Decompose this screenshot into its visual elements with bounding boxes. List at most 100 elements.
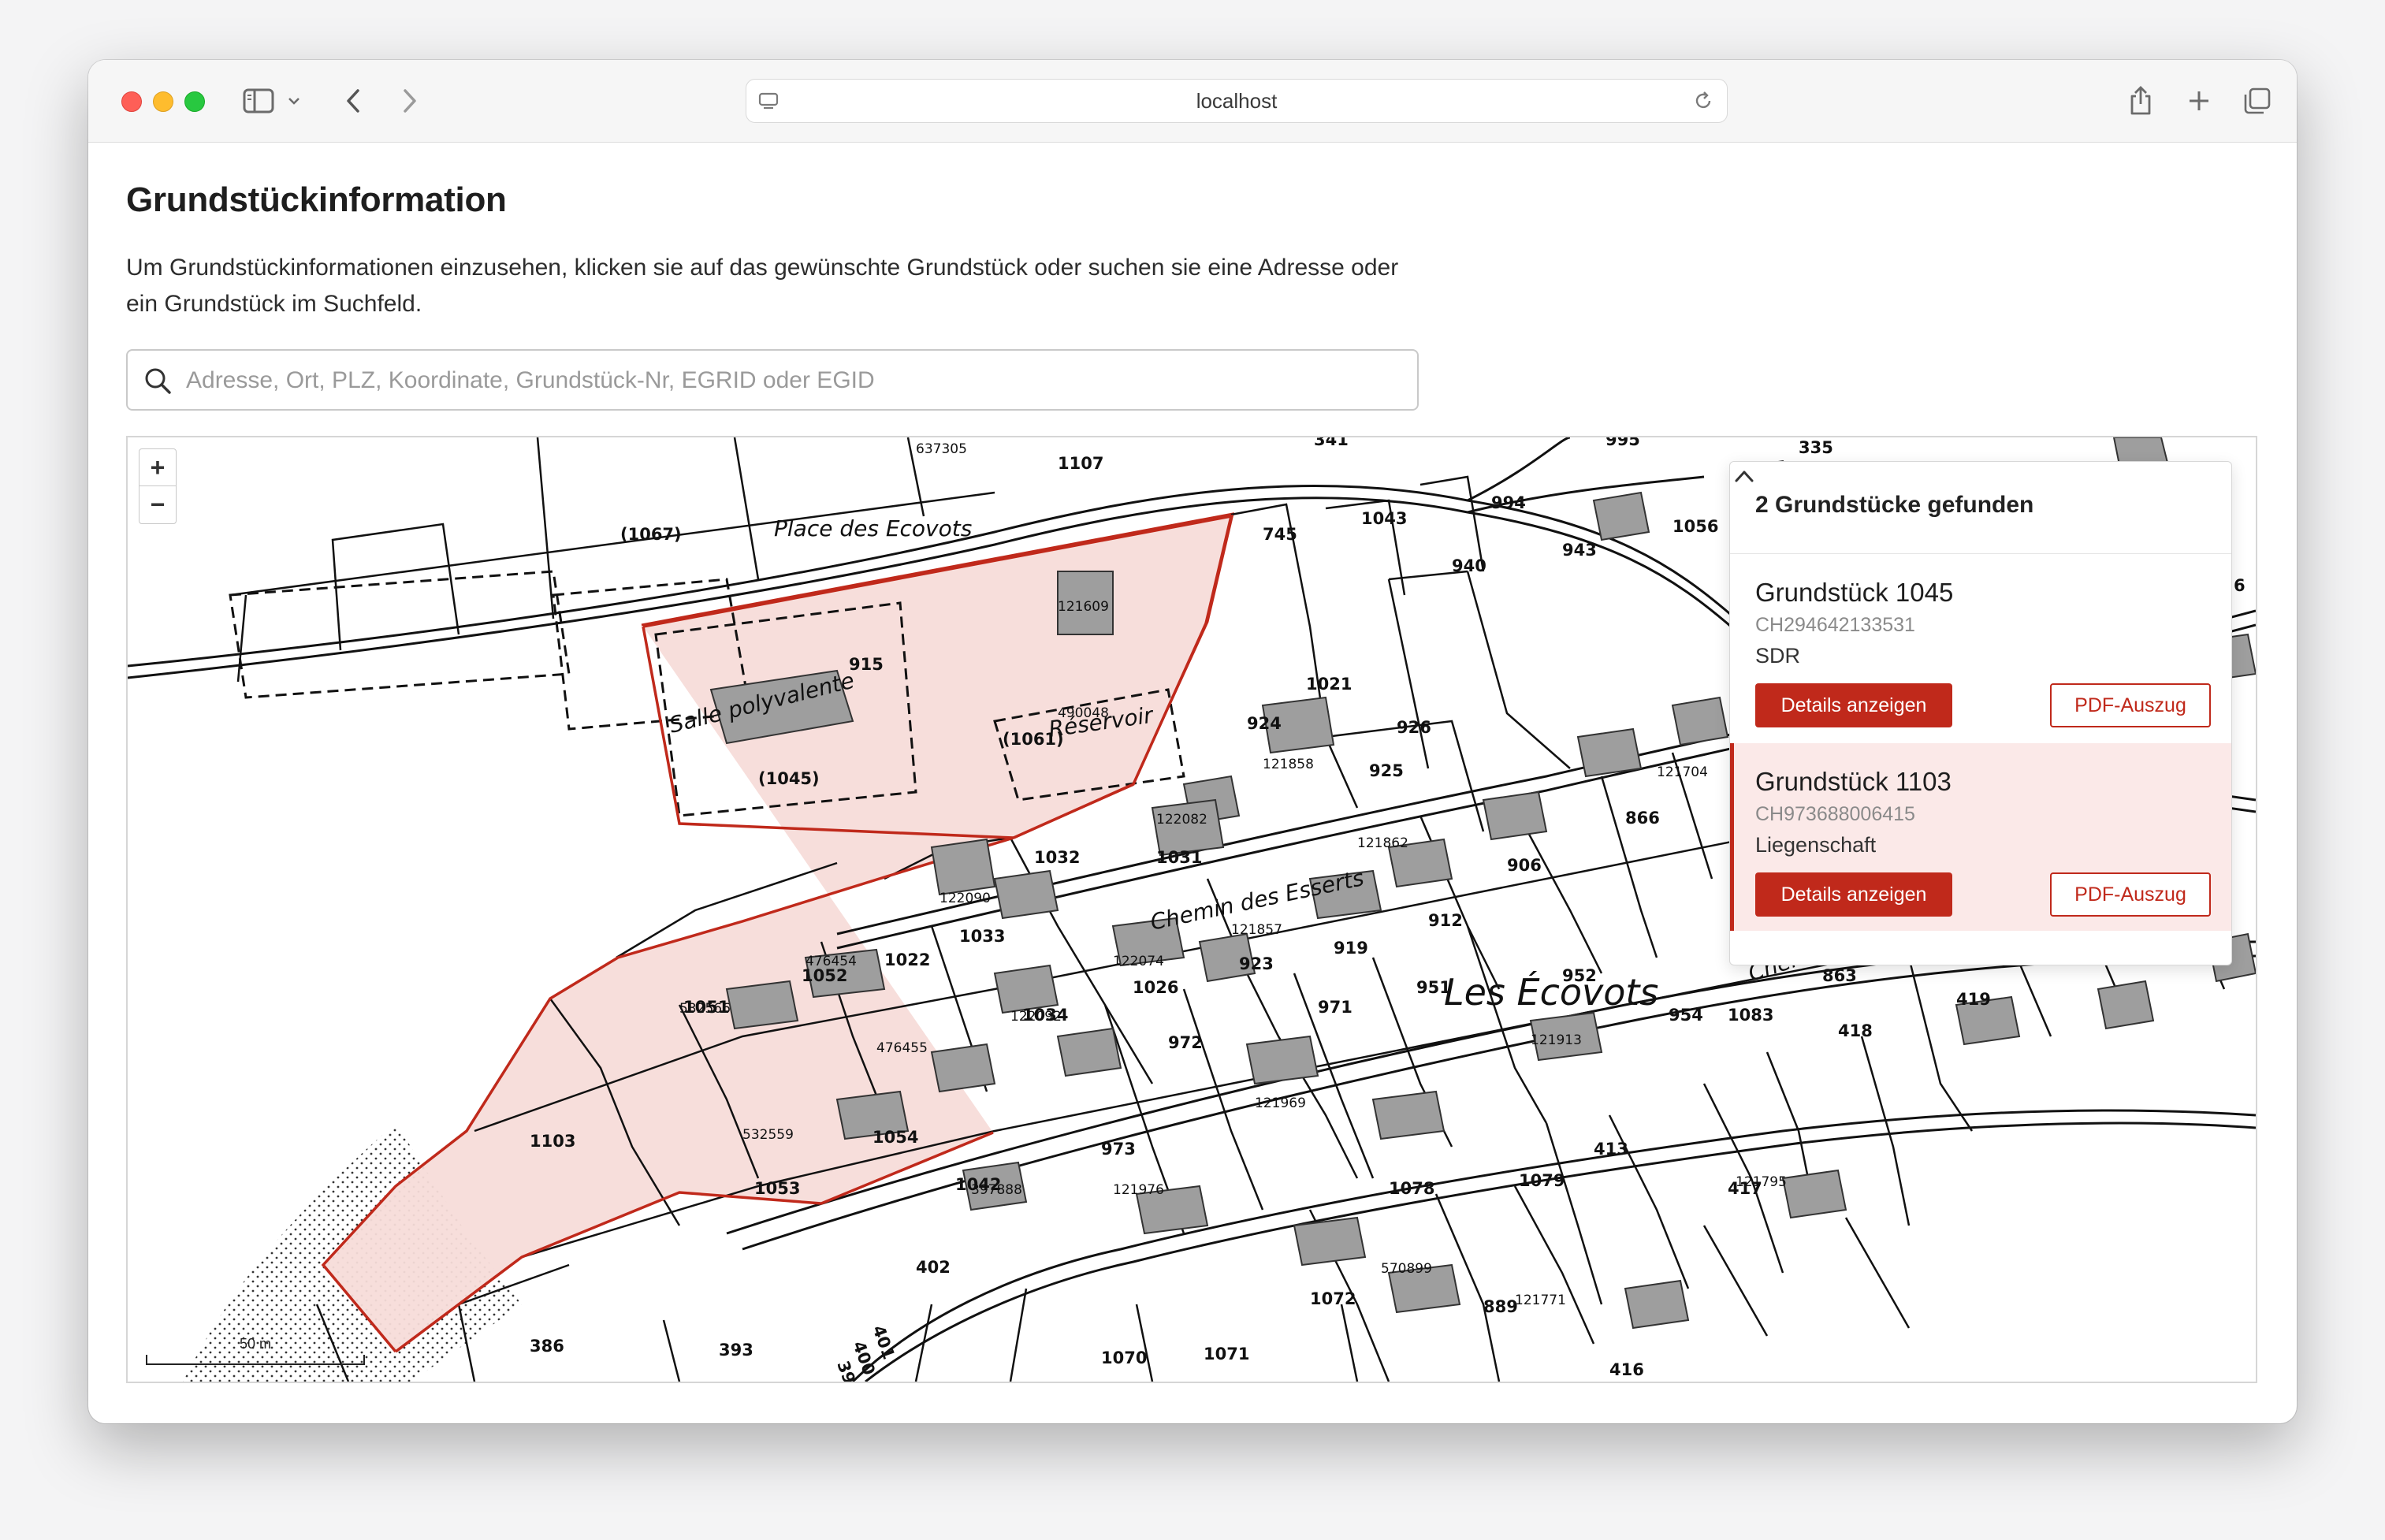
svg-text:972: 972 — [1168, 1033, 1203, 1052]
results-header[interactable]: 2 Grundstücke gefunden — [1730, 462, 2231, 554]
svg-text:(1045): (1045) — [758, 769, 820, 788]
svg-text:121771: 121771 — [1515, 1293, 1566, 1308]
svg-text:926: 926 — [1397, 718, 1431, 737]
svg-text:973: 973 — [1101, 1140, 1136, 1159]
result-type: SDR — [1755, 644, 1801, 668]
page-title: Grundstückinformation — [126, 180, 507, 219]
svg-text:121858: 121858 — [1263, 757, 1314, 772]
svg-text:419: 419 — [1956, 990, 1991, 1009]
svg-text:1053: 1053 — [754, 1179, 800, 1198]
svg-text:416: 416 — [1609, 1360, 1644, 1379]
scale-bar: 50 m — [145, 1336, 366, 1367]
svg-text:386: 386 — [530, 1337, 564, 1356]
svg-text:1054: 1054 — [873, 1128, 918, 1147]
cadastral-map[interactable]: Place des Ecovots Chemin des Esserts Les… — [126, 436, 2257, 1383]
svg-text:397888: 397888 — [971, 1182, 1022, 1198]
details-button[interactable]: Details anzeigen — [1755, 872, 1952, 917]
share-icon[interactable] — [2120, 80, 2161, 121]
parcel-1103-main-fill[interactable] — [323, 515, 1233, 1352]
svg-text:(1061): (1061) — [1003, 730, 1064, 749]
svg-text:413: 413 — [1594, 1140, 1628, 1159]
chevron-up-icon[interactable] — [1730, 462, 1758, 490]
pdf-button[interactable]: PDF-Auszug — [2050, 872, 2211, 917]
search-field[interactable] — [126, 349, 1419, 411]
svg-text:925: 925 — [1369, 761, 1404, 780]
zoom-out-button[interactable]: − — [140, 486, 176, 523]
svg-text:121913: 121913 — [1531, 1032, 1582, 1048]
url-text: localhost — [1196, 89, 1278, 113]
svg-text:121795: 121795 — [1736, 1174, 1787, 1190]
svg-text:915: 915 — [849, 655, 884, 674]
svg-text:476455: 476455 — [876, 1040, 928, 1056]
svg-text:570899: 570899 — [1381, 1261, 1432, 1277]
result-type: Liegenschaft — [1755, 833, 1877, 857]
back-arrow-icon[interactable] — [333, 80, 374, 121]
chevron-down-icon[interactable] — [282, 80, 306, 121]
svg-text:924: 924 — [1247, 714, 1282, 733]
svg-text:1031: 1031 — [1156, 848, 1202, 867]
svg-text:532566: 532566 — [679, 1001, 731, 1017]
svg-text:994: 994 — [1491, 493, 1526, 512]
results-count: 2 Grundstücke gefunden — [1755, 492, 2034, 518]
result-title: Grundstück 1103 — [1755, 767, 1952, 796]
result-egrid: CH973688006415 — [1755, 803, 1915, 825]
svg-text:906: 906 — [1507, 856, 1542, 875]
svg-text:951: 951 — [1416, 978, 1451, 997]
svg-text:121609: 121609 — [1058, 599, 1109, 615]
svg-text:121857: 121857 — [1231, 922, 1282, 938]
minimize-window-button[interactable] — [153, 91, 173, 112]
scale-label: 50 m — [239, 1336, 272, 1352]
svg-text:1022: 1022 — [884, 950, 930, 969]
svg-text:1033: 1033 — [959, 927, 1005, 946]
zoom-window-button[interactable] — [184, 91, 205, 112]
pdf-button[interactable]: PDF-Auszug — [2050, 683, 2211, 727]
svg-text:122082: 122082 — [1156, 812, 1207, 828]
svg-text:1032: 1032 — [1034, 848, 1080, 867]
sidebar-toggle-icon[interactable] — [238, 80, 279, 121]
svg-text:418: 418 — [1838, 1021, 1873, 1040]
svg-text:121976: 121976 — [1113, 1182, 1164, 1198]
results-panel: 2 Grundstücke gefunden Grundstück 1045 C… — [1729, 461, 2232, 965]
svg-text:(1067): (1067) — [620, 525, 682, 544]
browser-toolbar: localhost — [88, 60, 2297, 143]
svg-text:6: 6 — [2234, 576, 2245, 595]
svg-text:952: 952 — [1562, 966, 1597, 985]
svg-text:121704: 121704 — [1657, 764, 1708, 780]
zoom-in-button[interactable]: + — [140, 449, 176, 486]
svg-text:1078: 1078 — [1389, 1179, 1434, 1198]
svg-text:889: 889 — [1483, 1297, 1518, 1316]
svg-text:943: 943 — [1562, 541, 1597, 560]
svg-text:1043: 1043 — [1361, 509, 1407, 528]
svg-text:637305: 637305 — [916, 441, 967, 457]
svg-text:402: 402 — [916, 1258, 951, 1277]
svg-text:1070: 1070 — [1101, 1348, 1147, 1367]
svg-text:912: 912 — [1428, 911, 1463, 930]
svg-text:122090: 122090 — [939, 891, 991, 906]
result-item[interactable]: Grundstück 1045 CH294642133531 SDR Detai… — [1730, 554, 2231, 742]
page-description: Um Grundstückinformationen einzusehen, k… — [126, 255, 1399, 317]
forward-arrow-icon[interactable] — [389, 80, 430, 121]
result-egrid: CH294642133531 — [1755, 614, 1915, 636]
svg-text:866: 866 — [1625, 809, 1660, 828]
tab-overview-icon[interactable] — [2237, 80, 2278, 121]
reload-icon[interactable] — [1692, 90, 1714, 112]
svg-text:1107: 1107 — [1058, 454, 1103, 473]
svg-text:476454: 476454 — [806, 954, 857, 969]
page-content: Grundstückinformation Um Grundstückinfor… — [88, 143, 2297, 1423]
details-button[interactable]: Details anzeigen — [1755, 683, 1952, 727]
svg-text:863: 863 — [1822, 966, 1857, 985]
svg-text:919: 919 — [1334, 939, 1368, 958]
address-bar[interactable]: localhost — [746, 79, 1728, 123]
svg-text:923: 923 — [1239, 954, 1274, 973]
svg-text:122074: 122074 — [1113, 954, 1164, 969]
svg-text:490048: 490048 — [1058, 705, 1109, 721]
search-input[interactable] — [184, 351, 1401, 411]
result-item-selected[interactable]: Grundstück 1103 CH973688006415 Liegensch… — [1730, 743, 2231, 931]
new-tab-icon[interactable] — [2178, 80, 2219, 121]
svg-text:954: 954 — [1669, 1006, 1703, 1025]
close-window-button[interactable] — [121, 91, 142, 112]
svg-text:1071: 1071 — [1204, 1345, 1249, 1363]
svg-text:335: 335 — [1799, 438, 1833, 457]
label-les-ecovots: Les Écovots — [1444, 971, 1658, 1014]
svg-text:1056: 1056 — [1672, 517, 1718, 536]
